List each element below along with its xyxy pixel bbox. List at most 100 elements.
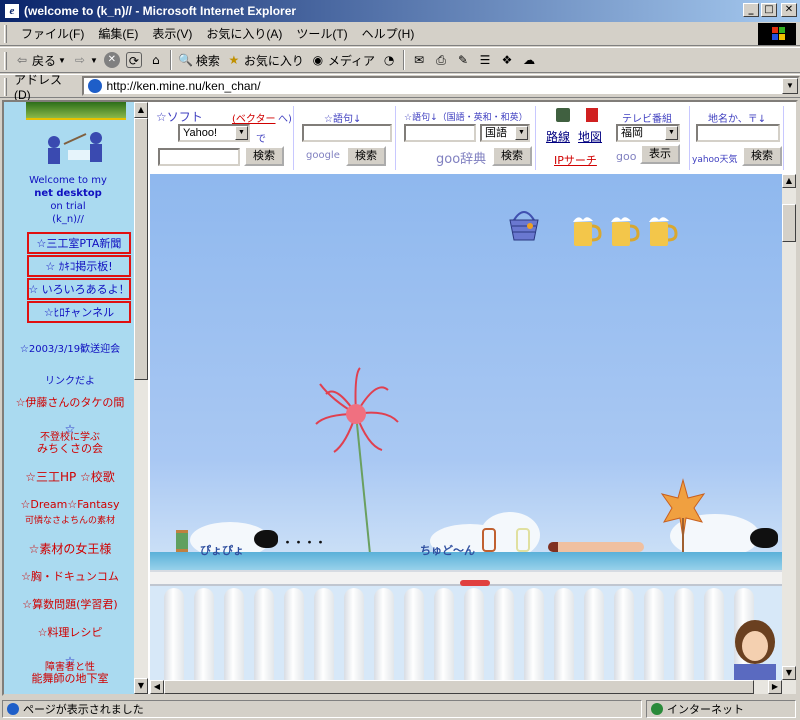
tv-show-button[interactable]: 表示	[640, 144, 680, 164]
engine-select-value: Yahoo!	[183, 127, 218, 139]
link-sanko-hp[interactable]: ☆三工HP ☆校歌	[4, 468, 136, 485]
place-input[interactable]	[696, 124, 780, 142]
soft-search-button[interactable]: 検索	[244, 146, 284, 166]
ip-search-link[interactable]: IPサーチ	[554, 152, 597, 168]
scroll-down-icon[interactable]: ▼	[134, 678, 148, 694]
link-ito-take[interactable]: ☆伊藤さんのタケの間	[4, 394, 136, 410]
dropdown-arrow-icon: ▼	[89, 55, 98, 65]
refresh-icon[interactable]: ⟳	[125, 52, 142, 68]
scroll-thumb[interactable]	[134, 118, 148, 380]
welcome-line-3: on trial	[50, 201, 86, 212]
media-label: メディア	[327, 53, 376, 68]
media-icon: ◉	[312, 53, 324, 67]
back-label: 戻る	[32, 53, 57, 68]
nav-pta-news[interactable]: ☆三工室PTA新聞	[27, 232, 131, 254]
baluster-shape	[254, 588, 274, 694]
link-chikashitsu[interactable]: 能舞師の地下室	[4, 670, 136, 686]
menu-edit[interactable]: 編集(E)	[91, 25, 145, 42]
chevron-down-icon[interactable]: ▼	[665, 126, 678, 140]
dict-search-input[interactable]	[404, 124, 476, 142]
back-arrow-icon: ⇦	[16, 53, 28, 67]
search-icon: 🔍	[178, 53, 194, 67]
soft-search-box: ☆ソフト (ベクター へ) Yahoo! ▼ で 検索	[156, 106, 294, 170]
link-dream-fantasy[interactable]: ☆Dream☆Fantasy	[4, 498, 136, 511]
engine-select[interactable]: Yahoo! ▼	[178, 124, 250, 142]
menu-tools[interactable]: ツール(T)	[289, 25, 354, 42]
crow-icon	[254, 530, 278, 548]
close-button[interactable]: ✕	[781, 3, 797, 17]
address-url[interactable]: http://ken.mine.nu/ken_chan/	[106, 79, 782, 93]
map-link[interactable]: 地図	[578, 128, 602, 145]
menu-favorites[interactable]: お気に入り(A)	[199, 25, 289, 42]
skeleton-icon	[482, 528, 496, 552]
edit-icon[interactable]: ✎	[455, 52, 471, 68]
menu-view[interactable]: 表示(V)	[145, 25, 199, 42]
favorites-icon: ★	[228, 53, 240, 67]
scroll-thumb[interactable]	[782, 204, 796, 242]
address-input[interactable]: http://ken.mine.nu/ken_chan/ ▼	[82, 76, 800, 96]
media-button[interactable]: ◉ メディア	[310, 52, 375, 69]
status-bar: ページが表示されました インターネット	[0, 698, 800, 720]
addressbar-grip[interactable]	[4, 78, 7, 96]
link-math[interactable]: ☆算数問題(学習君)	[4, 596, 136, 612]
tv-region-select[interactable]: 福岡 ▼	[616, 124, 680, 142]
toolbar-grip[interactable]	[4, 52, 7, 70]
nav-various[interactable]: ☆ いろいろあるよ！	[27, 278, 131, 300]
goroku-label-1: ☆語句↓	[324, 114, 362, 125]
menubar-grip[interactable]	[4, 25, 7, 43]
left-vertical-scrollbar[interactable]: ▲ ▼	[134, 102, 148, 694]
home-icon[interactable]: ⌂	[148, 52, 164, 68]
scroll-down-icon[interactable]: ▼	[782, 666, 796, 680]
thread-spool-icon	[176, 530, 188, 552]
messenger-icon[interactable]: ❖	[499, 52, 515, 68]
link-farewell-party[interactable]: ☆2003/3/19歓送迎会	[4, 340, 136, 355]
minimize-button[interactable]: _	[743, 3, 759, 17]
swimmer-icon	[548, 542, 644, 552]
link-mune-dokyun[interactable]: ☆胸・ドキュンコム	[4, 568, 136, 584]
history-icon[interactable]: ◔	[381, 52, 397, 68]
research-icon[interactable]: ☁	[521, 52, 537, 68]
google-search-input[interactable]	[302, 124, 392, 142]
google-search-button[interactable]: 検索	[346, 146, 386, 166]
route-link[interactable]: 路線	[546, 128, 570, 145]
nav-channel[interactable]: ☆ﾋﾛﾁャンネル	[27, 301, 131, 323]
link-recipe[interactable]: ☆料理レシピ	[4, 624, 136, 640]
menu-file[interactable]: ファイル(F)	[14, 25, 91, 42]
forward-button[interactable]: ⇨ ▼	[72, 52, 98, 68]
print-icon[interactable]: ⎙	[433, 52, 449, 68]
dict-search-button[interactable]: 検索	[492, 146, 532, 166]
favorites-button[interactable]: ★ お気に入り	[226, 52, 303, 69]
mail-icon[interactable]: ✉	[411, 52, 427, 68]
scroll-up-icon[interactable]: ▲	[134, 102, 148, 118]
stop-icon[interactable]: ✕	[103, 52, 120, 68]
chevron-down-icon[interactable]: ▼	[515, 126, 528, 140]
scroll-left-icon[interactable]: ◀	[150, 680, 164, 694]
weather-search-button[interactable]: 検索	[742, 146, 782, 166]
link-sayochin[interactable]: 可憐なさよちんの素材	[4, 513, 136, 526]
scroll-thumb[interactable]	[164, 680, 754, 694]
scroll-right-icon[interactable]: ▶	[768, 680, 782, 694]
scroll-up-icon[interactable]: ▲	[782, 174, 796, 188]
back-button[interactable]: ⇦ 戻る ▼	[14, 52, 66, 69]
window-controls: _ □ ✕	[743, 3, 797, 17]
soft-search-input[interactable]	[158, 148, 240, 166]
discuss-icon[interactable]: ☰	[477, 52, 493, 68]
link-michikusa[interactable]: みちくさの会	[4, 440, 136, 456]
dict-search-box: ☆語句↓（国語・英和・和英） 国語 ▼ goo辞典 検索	[400, 106, 536, 170]
maximize-button[interactable]: □	[761, 3, 777, 17]
link-sozai-queen[interactable]: ☆素材の女王様	[4, 540, 136, 557]
vector-link[interactable]: (ベクター	[232, 110, 276, 125]
menu-help[interactable]: ヘルプ(H)	[355, 25, 422, 42]
red-ribbon-icon	[460, 580, 490, 586]
nav-bbs[interactable]: ☆ ｶｷｺ掲示板!	[27, 255, 131, 277]
main-horizontal-scrollbar[interactable]: ◀ ▶	[150, 680, 782, 694]
baluster-shape	[614, 588, 634, 694]
chevron-down-icon[interactable]: ▼	[235, 126, 248, 140]
tv-label: テレビ番組	[622, 114, 672, 125]
vector-close: へ)	[278, 114, 292, 125]
soft-label: ☆ソフト	[156, 110, 203, 124]
address-dropdown-icon[interactable]: ▼	[782, 78, 798, 94]
dict-select[interactable]: 国語 ▼	[480, 124, 530, 142]
main-vertical-scrollbar[interactable]: ▲ ▼	[782, 174, 796, 694]
search-button[interactable]: 🔍 検索	[178, 52, 220, 69]
